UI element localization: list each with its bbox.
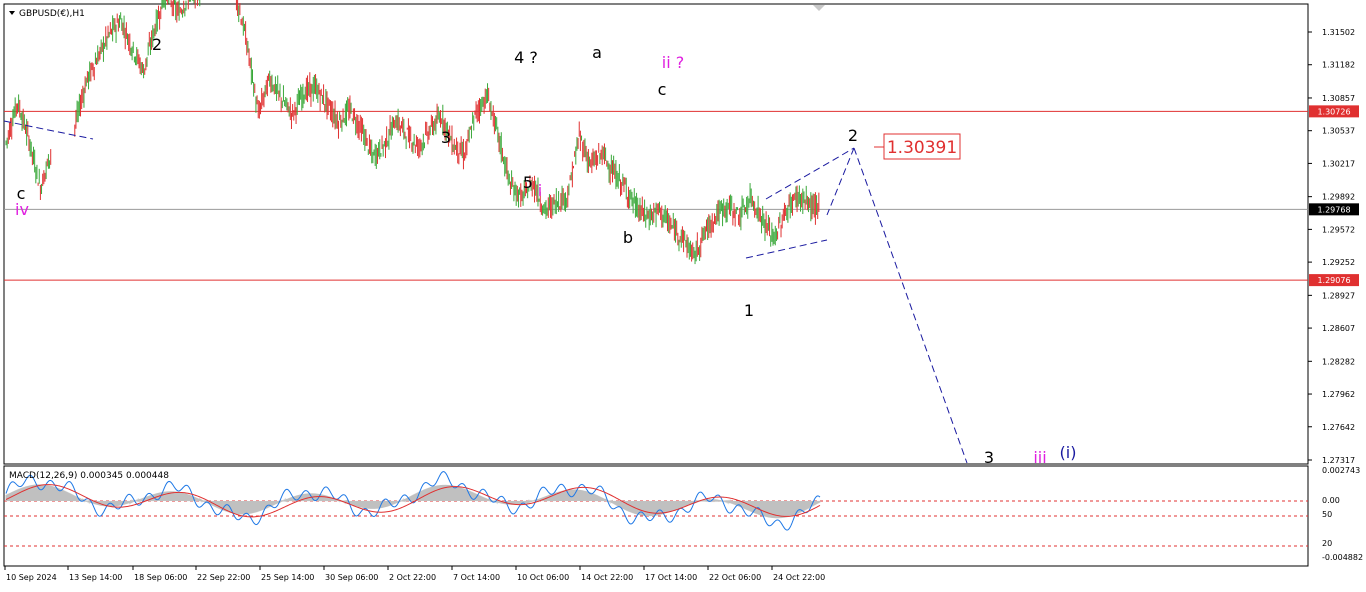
- time-tick-label: 17 Oct 14:00: [645, 573, 697, 582]
- wave-label: ii ?: [662, 53, 684, 72]
- price-tick-label: 1.28607: [1322, 324, 1355, 333]
- macd-tick-label: 0.002743: [1322, 466, 1360, 475]
- target-label-group: 1.30391: [874, 133, 961, 160]
- level-price-text: 1.29768: [1317, 205, 1350, 214]
- price-tick-label: 1.30217: [1322, 159, 1355, 168]
- time-tick-label: 25 Sep 14:00: [261, 573, 314, 582]
- level-price-text: 1.30726: [1317, 107, 1350, 116]
- wave-label: 4 ?: [514, 48, 538, 67]
- macd-tick-label: 20: [1322, 539, 1332, 548]
- time-tick-label: 14 Oct 22:00: [581, 573, 633, 582]
- price-tick-label: 1.31182: [1322, 61, 1355, 70]
- trading-chart[interactable]: 1.30726 1.29076 1.29768 c iv 2 3 4 ? 5 i a b ii ? c 1…: [0, 0, 1366, 588]
- price-tick-label: 1.27642: [1322, 423, 1355, 432]
- time-tick-label: 10 Oct 06:00: [517, 573, 569, 582]
- time-tick-label: 10 Sep 2024: [6, 573, 57, 582]
- price-tick-label: 1.31502: [1322, 28, 1355, 37]
- macd-tick-label: -0.004882: [1322, 553, 1363, 562]
- chart-svg[interactable]: 1.307261.290761.29768 civ234 ?5 iabii ?c1…: [0, 0, 1366, 588]
- wave-label: i: [538, 181, 542, 200]
- time-tick-label: 30 Sep 06:00: [325, 573, 378, 582]
- macd-title: MACD(12,26,9) 0.000345 0.000448: [9, 471, 169, 481]
- wave-label: b: [623, 228, 633, 247]
- wave-label: 2: [848, 126, 858, 145]
- chart-title: GBPUSD(€),H1: [19, 9, 85, 19]
- macd-tick-label: 50: [1322, 510, 1332, 519]
- wave-label: 1: [744, 301, 754, 320]
- wave-label: 5: [523, 173, 533, 192]
- price-tick-label: 1.27317: [1322, 456, 1355, 465]
- price-tick-label: 1.27962: [1322, 390, 1355, 399]
- wave-label: 3: [441, 128, 451, 147]
- price-tick-label: 1.30537: [1322, 127, 1355, 136]
- price-tick-label: 1.30857: [1322, 94, 1355, 103]
- price-tick-label: 1.29572: [1322, 225, 1355, 234]
- wave-label: 3: [984, 448, 994, 467]
- price-tick-label: 1.29252: [1322, 258, 1355, 267]
- wave-label: iv: [15, 200, 29, 219]
- price-tick-label: 1.28927: [1322, 291, 1355, 300]
- time-tick-label: 22 Oct 06:00: [709, 573, 761, 582]
- target-label-text: 1.30391: [887, 138, 957, 158]
- wave-label: iii: [1033, 448, 1046, 467]
- time-tick-label: 13 Sep 14:00: [69, 573, 122, 582]
- time-tick-label: 24 Oct 22:00: [773, 573, 825, 582]
- wave-label: 2: [152, 35, 162, 54]
- level-price-text: 1.29076: [1317, 276, 1350, 285]
- wave-label: (i): [1060, 443, 1077, 462]
- macd-panel: [3, 465, 1309, 567]
- time-tick-label: 2 Oct 22:00: [389, 573, 436, 582]
- price-panel: [3, 3, 1309, 465]
- time-tick-label: 22 Sep 22:00: [197, 573, 250, 582]
- macd-tick-label: 0.00: [1322, 496, 1340, 505]
- wave-label: c: [658, 80, 667, 99]
- time-tick-label: 7 Oct 14:00: [453, 573, 500, 582]
- price-tick-label: 1.29892: [1322, 193, 1355, 202]
- time-tick-label: 18 Sep 06:00: [134, 573, 187, 582]
- wave-label: a: [592, 43, 602, 62]
- chart-header: GBPUSD(€),H1: [9, 9, 85, 19]
- price-tick-label: 1.28282: [1322, 357, 1355, 366]
